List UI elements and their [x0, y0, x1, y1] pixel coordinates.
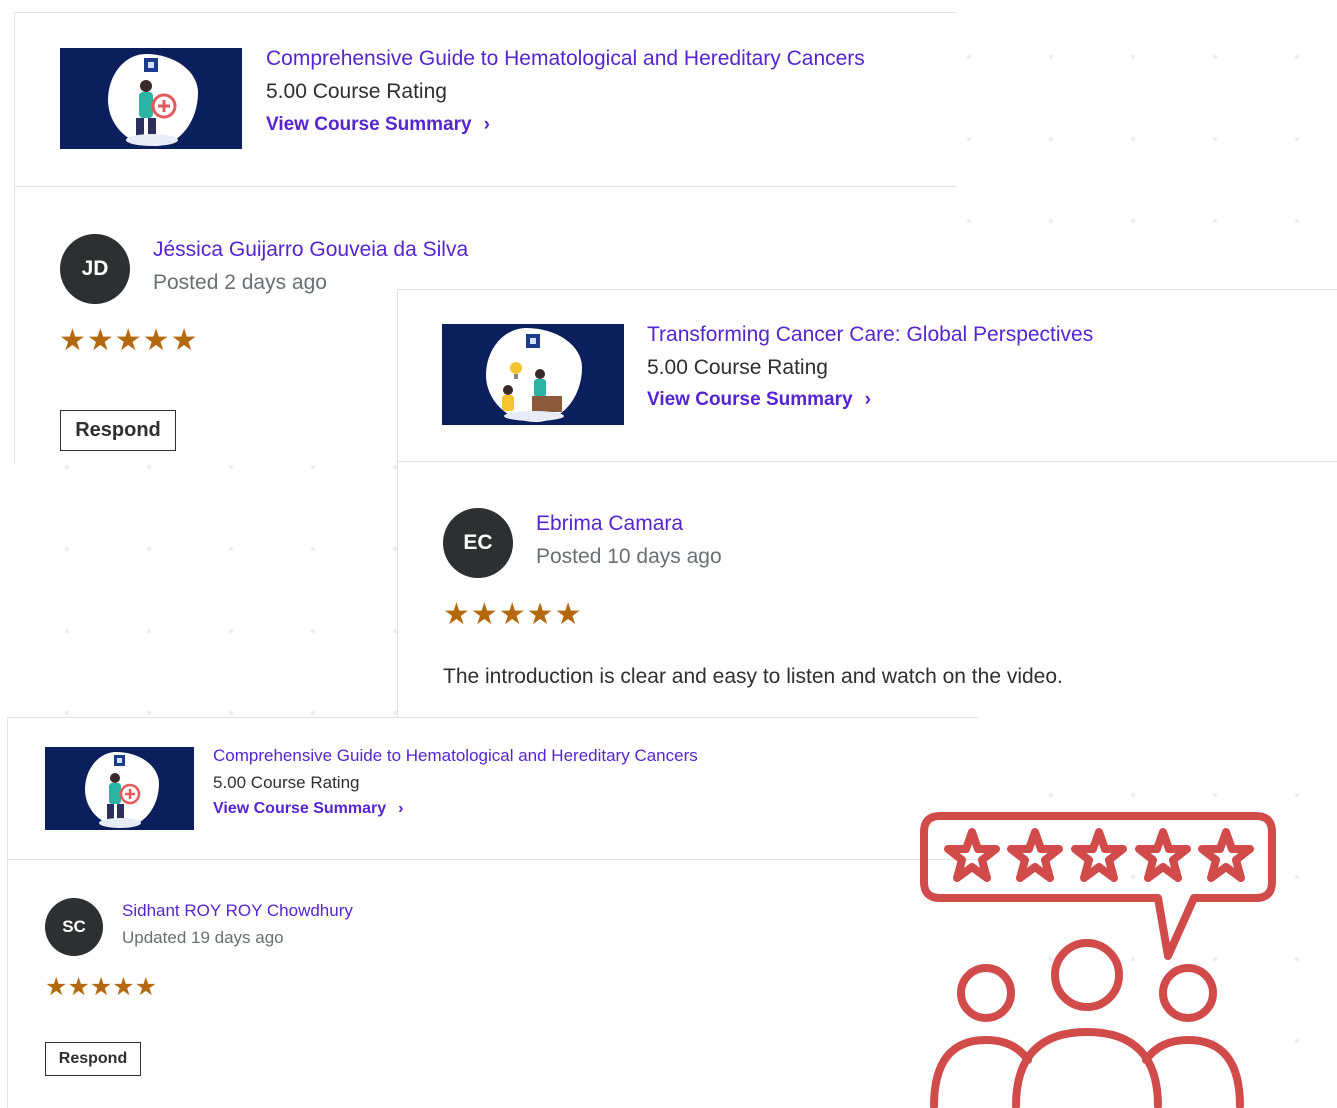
star-rating: ★★★★★ [59, 324, 199, 357]
posted-date: Updated 19 days ago [122, 928, 284, 947]
chevron-right-icon: › [398, 800, 404, 817]
group-review-five-stars-icon [920, 812, 1276, 1108]
course-thumbnail[interactable] [45, 747, 194, 830]
course-rating: 5.00 Course Rating [213, 773, 360, 792]
avatar[interactable]: JD [60, 234, 130, 304]
course-thumbnail[interactable] [60, 48, 242, 149]
course-title[interactable]: Comprehensive Guide to Hematological and… [266, 47, 865, 71]
chevron-right-icon: › [864, 389, 871, 410]
avatar[interactable]: EC [443, 508, 513, 578]
respond-button[interactable]: Respond [60, 410, 176, 451]
reviewer-name[interactable]: Sidhant ROY ROY Chowdhury [122, 901, 353, 921]
star-rating: ★★★★★ [45, 973, 158, 1001]
view-course-summary-link[interactable]: View Course Summary › [647, 389, 871, 411]
course-title[interactable]: Transforming Cancer Care: Global Perspec… [647, 323, 1093, 347]
course-title[interactable]: Comprehensive Guide to Hematological and… [213, 746, 698, 766]
course-thumbnail[interactable] [442, 324, 624, 425]
course-header: Transforming Cancer Care: Global Perspec… [398, 290, 1337, 462]
respond-button[interactable]: Respond [45, 1042, 141, 1076]
summary-link-label: View Course Summary [213, 800, 387, 817]
avatar[interactable]: SC [45, 898, 103, 956]
summary-link-label: View Course Summary [647, 389, 853, 410]
review-card-3: Comprehensive Guide to Hematological and… [7, 717, 978, 1108]
posted-date: Posted 2 days ago [153, 271, 327, 294]
course-rating: 5.00 Course Rating [266, 80, 447, 103]
nurse-illustration-icon [126, 58, 178, 146]
course-header: Comprehensive Guide to Hematological and… [15, 13, 956, 187]
reviewer-name[interactable]: Ebrima Camara [536, 512, 683, 536]
course-header: Comprehensive Guide to Hematological and… [8, 718, 978, 860]
course-rating: 5.00 Course Rating [647, 356, 828, 379]
review-card-2: Transforming Cancer Care: Global Perspec… [397, 289, 1337, 717]
view-course-summary-link[interactable]: View Course Summary › [266, 114, 490, 136]
chevron-right-icon: › [483, 114, 490, 135]
nurse-illustration-icon [99, 755, 141, 828]
star-rating: ★★★★★ [443, 598, 583, 631]
posted-date: Posted 10 days ago [536, 545, 722, 568]
summary-link-label: View Course Summary [266, 114, 472, 135]
reviewer-name[interactable]: Jéssica Guijarro Gouveia da Silva [153, 238, 468, 262]
review-text: The introduction is clear and easy to li… [443, 665, 1063, 688]
view-course-summary-link[interactable]: View Course Summary › [213, 800, 403, 818]
team-idea-illustration-icon [502, 334, 564, 421]
